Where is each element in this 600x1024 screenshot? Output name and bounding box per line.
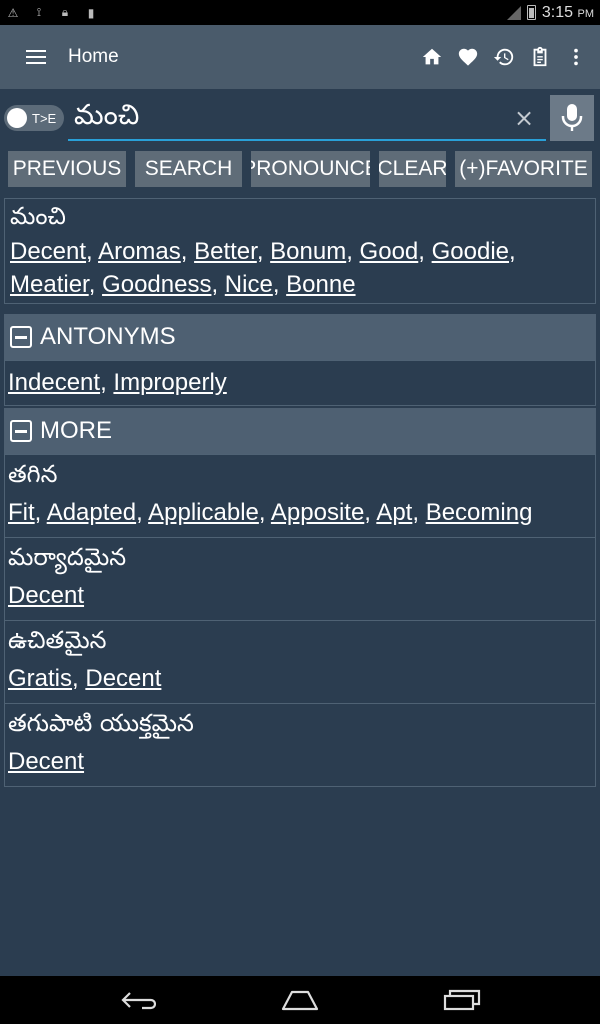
definition-link[interactable]: Aromas: [98, 238, 181, 265]
definition-link[interactable]: Goodness: [102, 271, 211, 298]
definition-link[interactable]: Becoming: [426, 499, 533, 526]
search-button[interactable]: SEARCH: [135, 151, 242, 187]
definition-link[interactable]: Goodie: [432, 238, 509, 265]
language-toggle[interactable]: T>E: [4, 105, 64, 131]
definition-link[interactable]: Good: [360, 238, 419, 265]
search-row: T>E ×: [0, 89, 600, 145]
antonym-items: Indecent, Improperly: [8, 369, 227, 396]
previous-button[interactable]: PREVIOUS: [8, 151, 126, 187]
heart-icon: [458, 48, 478, 66]
definition-link[interactable]: Bonne: [286, 271, 355, 298]
clipboard-button[interactable]: [522, 37, 558, 77]
definition-link[interactable]: Fit: [8, 499, 35, 526]
definition-link[interactable]: Adapted: [47, 499, 136, 526]
definition-link[interactable]: Decent: [10, 238, 86, 265]
entry-word: మర్యాదమైన: [8, 543, 127, 571]
antonym-link[interactable]: Improperly: [113, 369, 226, 396]
definition-link[interactable]: Better: [194, 238, 257, 265]
warning-icon: ⚠: [7, 5, 19, 20]
definition-link[interactable]: Apt: [376, 499, 412, 526]
clipboard-icon: [533, 46, 547, 67]
toggle-label: T>E: [32, 110, 57, 126]
definition-list: Decent, Aromas, Better, Bonum, Good, Goo…: [10, 238, 516, 298]
lock-icon: 🔒︎: [61, 5, 69, 19]
definition-link[interactable]: Apposite: [271, 499, 364, 526]
antonyms-header[interactable]: ANTONYMS: [4, 314, 596, 360]
status-bar: ⚠ ⟟ 🔒︎ ▮ 3:15 PM: [0, 0, 600, 25]
antonyms-list: Indecent, Improperly: [4, 360, 596, 406]
definition-link[interactable]: Applicable: [148, 499, 259, 526]
section-title: MORE: [40, 417, 112, 444]
pronounce-button[interactable]: PRONOUNCE: [251, 151, 370, 187]
more-vert-icon: [574, 48, 578, 66]
section-title: ANTONYMS: [40, 323, 176, 350]
search-input[interactable]: [68, 97, 546, 141]
back-icon: [121, 992, 156, 1010]
collapse-icon: [10, 326, 32, 348]
list-item: తగుపాటి యుక్తమైన Decent: [5, 703, 595, 786]
home-icon: [422, 48, 442, 65]
list-item: తగిన Fit, Adapted, Applicable, Apposite,…: [5, 455, 595, 537]
main-entry: మంచి Decent, Aromas, Better, Bonum, Good…: [4, 198, 596, 304]
home-button[interactable]: [414, 37, 450, 77]
definition-list: Gratis, Decent: [8, 665, 162, 692]
definition-link[interactable]: Meatier: [10, 271, 89, 298]
action-button-bar: PREVIOUS SEARCH PRONOUNCE CLEAR (+)FAVOR…: [0, 151, 600, 187]
signal-icon: [506, 5, 521, 20]
antonym-link[interactable]: Indecent: [8, 369, 100, 396]
home-nav-button[interactable]: [270, 984, 330, 1016]
definition-link[interactable]: Bonum: [270, 238, 346, 265]
more-header[interactable]: MORE: [4, 408, 596, 454]
history-button[interactable]: [486, 37, 522, 77]
app-bar: Home: [0, 25, 600, 89]
battery-icon: [526, 5, 536, 20]
definition-list: Fit, Adapted, Applicable, Apposite, Apt,…: [8, 499, 533, 526]
definition-link[interactable]: Gratis: [8, 665, 72, 692]
entry-word: తగిన: [8, 460, 58, 488]
clock: 3:15 PM: [541, 3, 594, 21]
definition-link[interactable]: Decent: [8, 582, 84, 609]
list-item: ఉచితమైన Gratis, Decent: [5, 620, 595, 703]
hamburger-icon: [26, 50, 46, 64]
recents-icon: [443, 989, 481, 1011]
sd-card-icon: ▮: [87, 5, 95, 20]
menu-button[interactable]: [0, 25, 72, 89]
clear-text-icon[interactable]: ×: [512, 103, 536, 133]
definition-link[interactable]: Decent: [85, 665, 161, 692]
voice-input-button[interactable]: [550, 95, 594, 141]
more-list: తగిన Fit, Adapted, Applicable, Apposite,…: [4, 454, 596, 787]
favorite-button[interactable]: (+)FAVORITE: [455, 151, 592, 187]
microphone-icon: [561, 104, 583, 131]
system-nav-bar: [0, 976, 600, 1024]
definition-list: Decent: [8, 742, 591, 786]
definition-link[interactable]: Decent: [8, 748, 84, 775]
entry-word: తగుపాటి యుక్తమైన: [8, 709, 194, 737]
definition-list: Decent: [8, 576, 591, 620]
usb-icon: ⟟: [36, 5, 42, 19]
list-item: మర్యాదమైన Decent: [5, 537, 595, 620]
entry-word: ఉచితమైన: [8, 626, 107, 654]
collapse-icon: [10, 420, 32, 442]
definition-link[interactable]: Nice: [225, 271, 273, 298]
overflow-menu-button[interactable]: [558, 37, 594, 77]
history-icon: [493, 48, 514, 66]
favorites-button[interactable]: [450, 37, 486, 77]
clear-button[interactable]: CLEAR: [379, 151, 446, 187]
toggle-knob: [7, 108, 27, 128]
recents-button[interactable]: [432, 984, 492, 1016]
back-button[interactable]: [108, 984, 168, 1016]
page-title: Home: [68, 46, 119, 67]
home-outline-icon: [281, 990, 319, 1011]
results-content: మంచి Decent, Aromas, Better, Bonum, Good…: [4, 198, 596, 787]
entry-word: మంచి: [10, 202, 66, 230]
